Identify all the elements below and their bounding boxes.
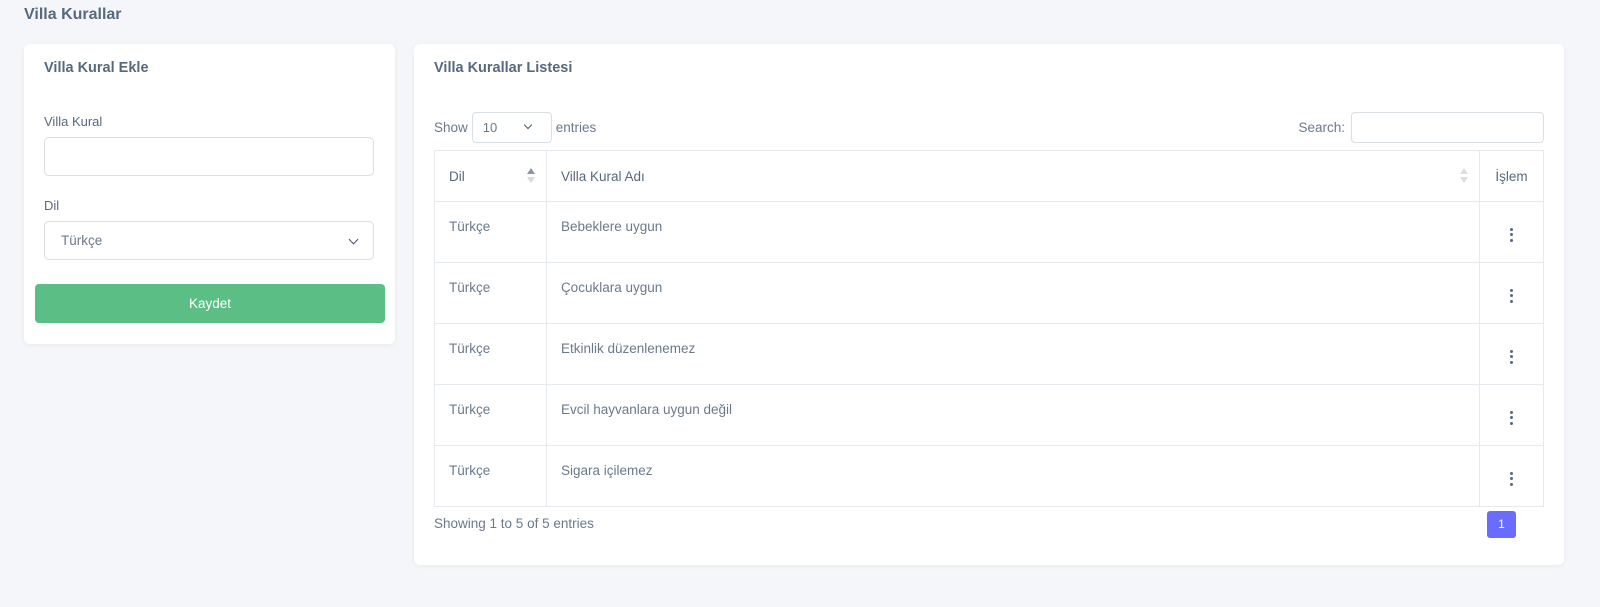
language-label: Dil [44, 198, 60, 213]
page-title: Villa Kurallar [24, 6, 122, 23]
column-header-dil[interactable]: Dil [434, 150, 547, 202]
more-vertical-icon[interactable] [1504, 224, 1519, 246]
table-info: Showing 1 to 5 of 5 entries [434, 516, 594, 531]
cell-rule-name: Bebeklere uygun [545, 201, 1481, 263]
column-header-rule-name[interactable]: Villa Kural Adı [545, 150, 1481, 202]
language-select[interactable]: Türkçe [44, 221, 374, 260]
more-vertical-icon[interactable] [1504, 407, 1519, 429]
column-header-label: Dil [449, 168, 465, 184]
sort-icon [1459, 168, 1469, 186]
cell-language: Türkçe [434, 445, 547, 507]
cell-actions [1479, 201, 1544, 263]
more-vertical-icon[interactable] [1504, 346, 1519, 368]
table-row: Türkçe Evcil hayvanlara uygun değil [434, 384, 1544, 446]
villa-rule-input[interactable] [44, 137, 374, 176]
page-length-control: Show 10 entries [434, 112, 596, 143]
cell-actions [1479, 262, 1544, 324]
column-header-actions: İşlem [1479, 150, 1544, 202]
save-button[interactable]: Kaydet [35, 284, 385, 323]
table-header-row: Dil Villa Kural Adı İşlem [434, 150, 1544, 202]
cell-rule-name: Çocuklara uygun [545, 262, 1481, 324]
table-row: Türkçe Çocuklara uygun [434, 262, 1544, 324]
entries-label: entries [555, 120, 597, 135]
cell-language: Türkçe [434, 262, 547, 324]
search-control: Search: [1298, 112, 1544, 143]
pagination-page-button[interactable]: 1 [1487, 511, 1516, 538]
add-rule-title: Villa Kural Ekle [44, 60, 149, 76]
column-header-label: İşlem [1495, 168, 1528, 184]
cell-language: Türkçe [434, 323, 547, 385]
page-length-select[interactable]: 10 [471, 112, 552, 143]
table-row: Türkçe Etkinlik düzenlenemez [434, 323, 1544, 385]
cell-actions [1479, 323, 1544, 385]
rules-list-card: Villa Kurallar Listesi Show 10 entries S… [414, 44, 1564, 565]
cell-language: Türkçe [434, 384, 547, 446]
more-vertical-icon[interactable] [1504, 285, 1519, 307]
cell-rule-name: Evcil hayvanlara uygun değil [545, 384, 1481, 446]
table-row: Türkçe Bebeklere uygun [434, 201, 1544, 263]
column-header-label: Villa Kural Adı [560, 168, 645, 184]
cell-rule-name: Sigara içilemez [545, 445, 1481, 507]
language-select-value: Türkçe [61, 233, 103, 248]
rules-list-title: Villa Kurallar Listesi [434, 60, 573, 76]
page-length-value: 10 [482, 120, 498, 135]
chevron-down-icon [348, 234, 359, 245]
show-label: Show [434, 120, 468, 135]
cell-actions [1479, 384, 1544, 446]
rules-table: Dil Villa Kural Adı İşlem Türkçe Bebekle… [434, 150, 1544, 507]
cell-actions [1479, 445, 1544, 507]
cell-rule-name: Etkinlik düzenlenemez [545, 323, 1481, 385]
add-rule-card: Villa Kural Ekle Villa Kural Dil Türkçe … [24, 44, 395, 344]
sort-icon [526, 168, 536, 186]
more-vertical-icon[interactable] [1504, 468, 1519, 490]
chevron-down-icon [523, 120, 533, 130]
search-label: Search: [1298, 120, 1345, 135]
table-row: Türkçe Sigara içilemez [434, 445, 1544, 507]
search-input[interactable] [1351, 112, 1544, 143]
villa-rule-label: Villa Kural [44, 114, 103, 129]
cell-language: Türkçe [434, 201, 547, 263]
